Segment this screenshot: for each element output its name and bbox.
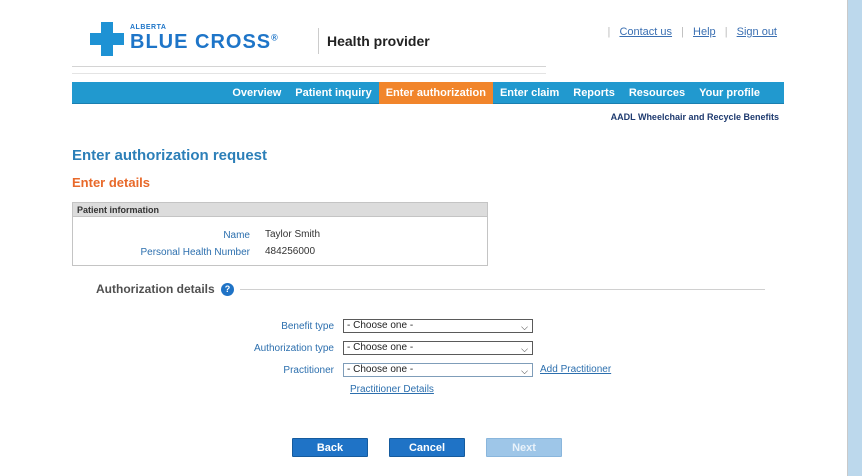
nav-enter-authorization[interactable]: Enter authorization xyxy=(378,82,493,104)
patient-information-heading: Patient information xyxy=(73,203,487,217)
window-edge xyxy=(848,0,862,476)
patient-information-panel: Patient information Name Taylor Smith Pe… xyxy=(72,202,488,266)
chevron-down-icon: ⌵ xyxy=(521,344,528,354)
authorization-type-label: Authorization type xyxy=(253,343,334,354)
nav-enter-claim[interactable]: Enter claim xyxy=(493,82,566,104)
header-divider xyxy=(72,66,546,67)
authorization-type-select[interactable]: - Choose one - ⌵ xyxy=(343,341,533,355)
logo-region-text: ALBERTA xyxy=(130,24,167,31)
cancel-button[interactable]: Cancel xyxy=(389,438,465,457)
main-navigation: Overview Patient inquiry Enter authoriza… xyxy=(72,82,784,104)
question-circle-icon[interactable]: ? xyxy=(221,283,234,296)
help-link[interactable]: Help xyxy=(693,26,716,38)
authorization-details-heading: Authorization details xyxy=(96,282,215,296)
nav-your-profile[interactable]: Your profile xyxy=(692,82,767,104)
practitioner-select[interactable]: - Choose one - ⌵ xyxy=(343,363,533,377)
patient-name-label: Name xyxy=(223,230,250,241)
sign-out-link[interactable]: Sign out xyxy=(737,26,777,38)
authorization-divider xyxy=(240,289,765,290)
benefit-type-select[interactable]: - Choose one - ⌵ xyxy=(343,319,533,333)
next-button[interactable]: Next xyxy=(486,438,562,457)
page: ALBERTA BLUE CROSS® Health provider | Co… xyxy=(0,0,848,476)
contact-us-link[interactable]: Contact us xyxy=(619,26,672,38)
utility-links: | Contact us | Help | Sign out xyxy=(607,26,777,38)
section-title: Enter details xyxy=(72,175,151,190)
phn-value: 484256000 xyxy=(265,246,316,257)
nav-reports[interactable]: Reports xyxy=(566,82,622,104)
program-name: AADL Wheelchair and Recycle Benefits xyxy=(610,112,779,122)
practitioner-label: Practitioner xyxy=(283,365,334,376)
practitioner-details-link[interactable]: Practitioner Details xyxy=(350,384,434,395)
logo-brand-text: BLUE CROSS® xyxy=(130,31,279,53)
nav-resources[interactable]: Resources xyxy=(622,82,692,104)
chevron-down-icon: ⌵ xyxy=(521,366,528,376)
product-title: Health provider xyxy=(327,33,430,49)
nav-patient-inquiry[interactable]: Patient inquiry xyxy=(288,82,378,104)
nav-overview[interactable]: Overview xyxy=(225,82,288,104)
cross-logo-icon xyxy=(90,22,124,56)
patient-name-value: Taylor Smith xyxy=(265,229,321,240)
add-practitioner-link[interactable]: Add Practitioner xyxy=(540,364,611,375)
header-divider-2 xyxy=(72,73,546,74)
chevron-down-icon: ⌵ xyxy=(521,322,528,332)
page-title: Enter authorization request xyxy=(72,147,268,164)
logo-divider xyxy=(318,28,319,54)
phn-label: Personal Health Number xyxy=(140,247,251,258)
back-button[interactable]: Back xyxy=(292,438,368,457)
benefit-type-label: Benefit type xyxy=(281,321,334,332)
